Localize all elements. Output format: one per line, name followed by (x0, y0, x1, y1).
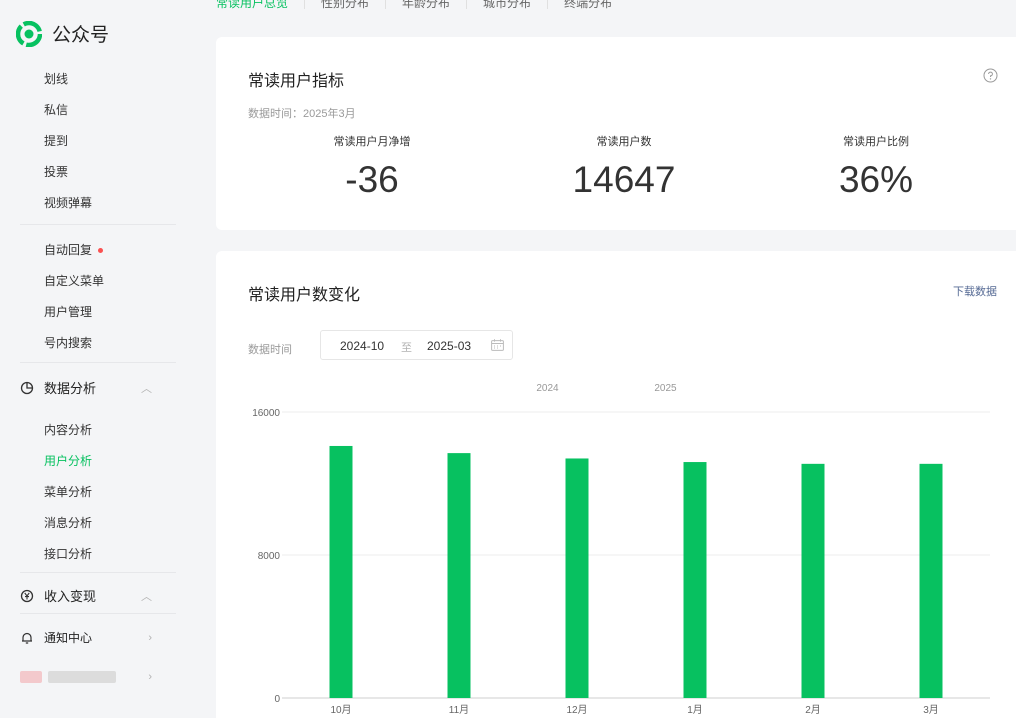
nav-item-auto-reply[interactable]: 自动回复 (44, 241, 104, 258)
nav-group-revenue-label: 收入变现 (44, 589, 97, 604)
chevron-right-icon: › (148, 631, 152, 644)
avatar (20, 671, 42, 683)
chevron-up-icon: ︿ (141, 382, 152, 395)
nav-item-votes[interactable]: 投票 (44, 163, 68, 180)
y-tick-label: 0 (274, 694, 280, 705)
year-label: 2024 (536, 383, 559, 394)
nav-item-account-search[interactable]: 号内搜索 (44, 334, 92, 351)
y-tick-label: 16000 (252, 408, 280, 419)
x-tick-label: 12月 (566, 704, 587, 716)
tab-city[interactable]: 城市分布 (466, 0, 547, 9)
nav-group-data-analysis-label: 数据分析 (44, 381, 97, 396)
chevron-right-icon: › (148, 671, 152, 683)
nav-item-auto-reply-label: 自动回复 (44, 243, 93, 257)
nav-group-data-analysis[interactable]: 数据分析 ︿ (20, 378, 160, 397)
tab-gender[interactable]: 性别分布 (304, 0, 385, 9)
bar (329, 445, 353, 698)
divider (20, 224, 176, 225)
app-name: 公众号 (52, 25, 110, 46)
bar (919, 463, 943, 698)
x-tick-label: 2月 (805, 704, 821, 716)
metric-value: -36 (345, 159, 399, 200)
tab-device[interactable]: 终端分布 (547, 0, 628, 9)
sidebar: 公众号 划线 私信 提到 投票 视频弹幕 自动回复 自定义菜单 用户管理 号内搜… (0, 0, 176, 718)
bar (565, 458, 589, 698)
indicator-data-time: 数据时间：2025年3月 (248, 108, 356, 120)
bell-icon (22, 632, 32, 644)
metric-label: 常读用户比例 (843, 136, 909, 148)
metric-label: 常读用户数 (596, 136, 652, 148)
indicator-card: 常读用户指标 数据时间：2025年3月 常读用户月净增 -36 常读用户数 14… (216, 37, 1016, 230)
tab-bar: 常读用户总览 性别分布 年龄分布 城市分布 终端分布 (216, 0, 628, 12)
wechat-mp-logo-icon (16, 20, 42, 47)
nav-item-message-analysis[interactable]: 消息分析 (44, 514, 92, 531)
divider (20, 362, 176, 363)
x-tick-label: 3月 (923, 704, 939, 716)
nav-item-custom-menu[interactable]: 自定义菜单 (44, 272, 104, 289)
pie-chart-icon (20, 381, 34, 394)
nav-item-video-danmaku[interactable]: 视频弹幕 (44, 194, 92, 211)
notification-dot (98, 248, 104, 254)
nav-item-highlights[interactable]: 划线 (44, 70, 68, 87)
nav-group-notifications[interactable]: 通知中心 › (20, 629, 160, 646)
metric-value: 36% (838, 159, 914, 200)
account-name-blurred (48, 671, 116, 683)
bar (683, 462, 707, 698)
account-profile[interactable]: › (20, 671, 160, 683)
metric-regular-users: 常读用户数 14647 (524, 133, 724, 201)
tab-overview[interactable]: 常读用户总览 (216, 0, 304, 9)
divider (20, 572, 176, 573)
tab-age[interactable]: 年龄分布 (385, 0, 466, 9)
divider (20, 613, 176, 614)
help-icon[interactable] (983, 68, 998, 83)
nav-item-messages[interactable]: 私信 (44, 101, 68, 118)
nav-item-user-management[interactable]: 用户管理 (44, 303, 92, 320)
nav-group-revenue[interactable]: 收入变现 ︿ (20, 586, 160, 605)
x-tick-label: 10月 (330, 704, 351, 716)
nav-item-menu-analysis[interactable]: 菜单分析 (44, 483, 92, 500)
nav-item-user-analysis[interactable]: 用户分析 (44, 452, 92, 469)
metric-value: 14647 (572, 159, 676, 200)
bar (801, 463, 825, 698)
indicator-title: 常读用户指标 (248, 73, 345, 90)
nav-item-content-analysis[interactable]: 内容分析 (44, 421, 92, 438)
nav-item-api-analysis[interactable]: 接口分析 (44, 545, 92, 562)
metric-net-growth: 常读用户月净增 -36 (272, 133, 472, 201)
yen-icon (20, 589, 34, 602)
bar (447, 453, 471, 698)
logo[interactable]: 公众号 (16, 20, 109, 47)
year-label: 2025 (654, 383, 677, 394)
metric-label: 常读用户月净增 (333, 136, 411, 148)
nav-group-notifications-label: 通知中心 (44, 631, 93, 645)
user-count-chart: 0 8000 16000 10月 11月 12月 1月 2月 3月 2024 2025 (252, 383, 990, 716)
x-tick-label: 11月 (449, 704, 469, 716)
nav-item-mentions[interactable]: 提到 (44, 132, 68, 149)
metric-regular-ratio: 常读用户比例 36% (776, 133, 976, 201)
y-tick-label: 8000 (258, 551, 281, 562)
x-tick-label: 1月 (687, 704, 703, 716)
chevron-up-icon: ︿ (141, 590, 152, 603)
change-card: 常读用户数变化 下载数据 数据时间 2024-10 至 2025-03 0 800… (216, 251, 1016, 718)
